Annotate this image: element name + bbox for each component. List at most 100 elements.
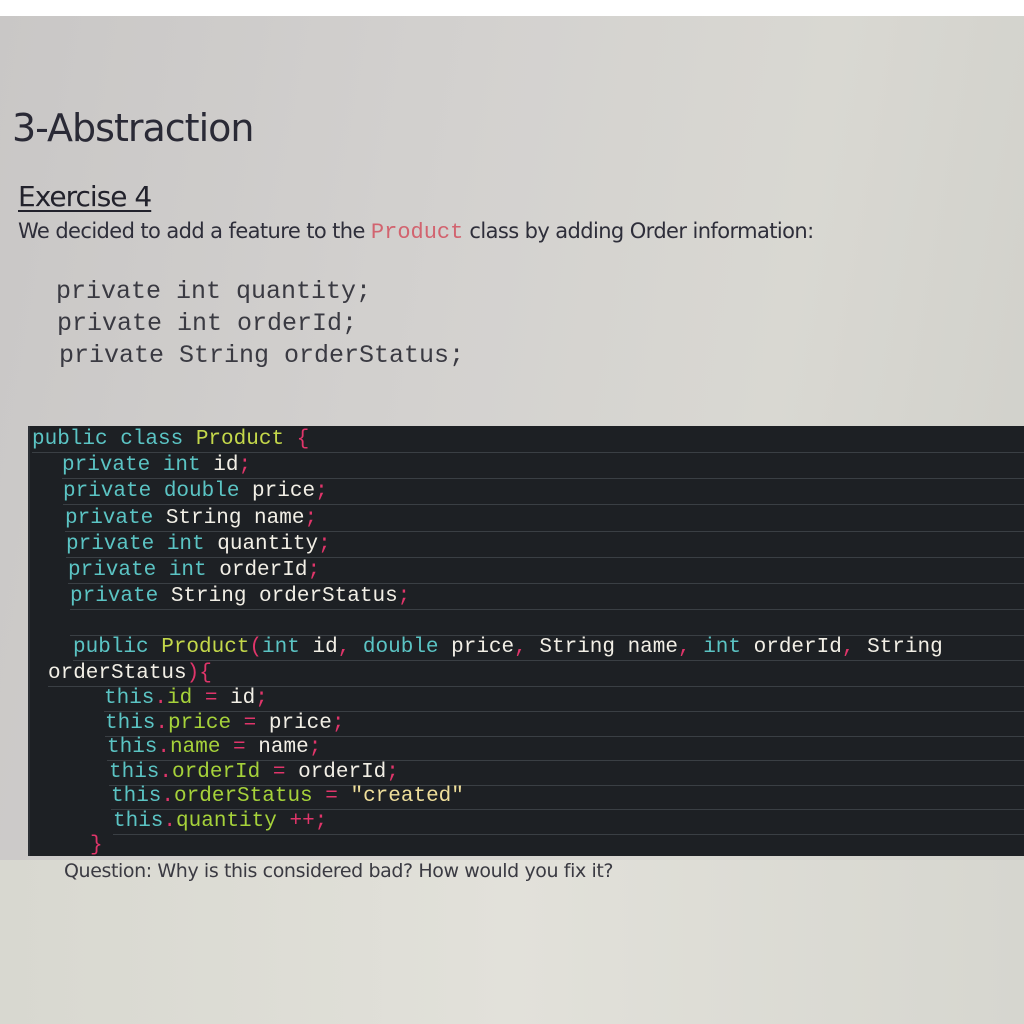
modifier: private bbox=[63, 480, 164, 503]
dot: . bbox=[155, 712, 169, 735]
param-type: int bbox=[262, 636, 313, 659]
comma: , bbox=[841, 636, 868, 659]
this-keyword: this bbox=[111, 785, 162, 808]
constructor-name: Product bbox=[161, 636, 250, 659]
dot: . bbox=[159, 761, 173, 784]
operator: = bbox=[192, 687, 231, 710]
field-name: orderId bbox=[219, 559, 308, 582]
type: int bbox=[166, 533, 218, 556]
code-line-field: private String name; bbox=[65, 507, 1024, 532]
code-line-constructor-wrap: orderStatus){ bbox=[48, 662, 1024, 687]
code-line-assignment: this.id = id; bbox=[104, 687, 1024, 712]
comma: , bbox=[514, 636, 540, 659]
operator: = bbox=[312, 785, 351, 808]
semicolon: ; bbox=[307, 559, 321, 582]
param-type: int bbox=[703, 636, 754, 659]
field-line: private String orderStatus; bbox=[59, 341, 465, 370]
semicolon: ; bbox=[318, 533, 331, 556]
code-line-assignment: this.name = name; bbox=[107, 736, 1024, 761]
string-literal: "created" bbox=[350, 785, 464, 808]
semicolon: ; bbox=[238, 454, 252, 477]
field-name: orderStatus bbox=[259, 585, 398, 608]
param-type: double bbox=[362, 636, 452, 659]
keyword: public bbox=[73, 636, 162, 659]
param-name: orderId bbox=[753, 636, 842, 659]
field-ref: orderId bbox=[172, 761, 261, 784]
brace: { bbox=[199, 662, 212, 685]
semicolon: ; bbox=[304, 507, 318, 530]
semicolon: ; bbox=[331, 712, 345, 735]
this-keyword: this bbox=[104, 687, 155, 710]
type: String bbox=[165, 507, 255, 530]
field-ref: name bbox=[170, 736, 221, 759]
dot: . bbox=[163, 810, 177, 833]
param-type: String bbox=[867, 636, 943, 659]
semicolon: ; bbox=[397, 585, 411, 608]
field-name: name bbox=[254, 507, 305, 530]
new-fields-snippet: private int quantity; private int orderI… bbox=[56, 276, 464, 372]
exercise-title: Exercise 4 bbox=[18, 180, 152, 213]
field-ref: orderStatus bbox=[174, 785, 313, 808]
code-line-increment: this.quantity ++; bbox=[113, 810, 1024, 835]
semicolon: ; bbox=[386, 761, 399, 784]
field-line: private int quantity; bbox=[56, 277, 372, 306]
comma: , bbox=[677, 636, 704, 659]
modifier: private bbox=[70, 585, 171, 608]
field-line: private int orderId; bbox=[57, 309, 358, 338]
field-name: price bbox=[252, 480, 316, 503]
this-keyword: this bbox=[113, 810, 164, 833]
field-ref: id bbox=[167, 687, 193, 710]
field-ref: quantity bbox=[176, 810, 277, 833]
code-block: public class Product { private int id; p… bbox=[30, 426, 1024, 858]
modifier: private bbox=[62, 454, 163, 477]
value: price bbox=[268, 712, 332, 735]
dot: . bbox=[157, 736, 171, 759]
section-title: 3-Abstraction bbox=[12, 106, 254, 150]
this-keyword: this bbox=[105, 712, 156, 735]
semicolon: ; bbox=[308, 736, 322, 759]
keyword: public class bbox=[32, 428, 196, 451]
code-line-field: private String orderStatus; bbox=[70, 585, 1024, 610]
dot: . bbox=[161, 785, 175, 808]
value: orderId bbox=[298, 761, 387, 784]
code-line-class: public class Product { bbox=[32, 428, 1024, 453]
paren: ) bbox=[186, 662, 200, 685]
type: String bbox=[170, 585, 260, 608]
modifier: private bbox=[65, 507, 166, 530]
intro-paragraph: We decided to add a feature to the Produ… bbox=[18, 219, 814, 245]
modifier: private bbox=[66, 533, 167, 556]
param: String name bbox=[539, 636, 678, 659]
operator: = bbox=[220, 736, 259, 759]
field-ref: price bbox=[168, 712, 232, 735]
code-line-assignment: this.orderId = orderId; bbox=[109, 761, 1024, 786]
comma: , bbox=[337, 636, 363, 659]
closing-brace: } bbox=[90, 834, 103, 857]
param-name: id bbox=[312, 636, 338, 659]
value: name bbox=[258, 736, 309, 759]
param-name: orderStatus bbox=[48, 662, 187, 685]
inline-code-product: Product bbox=[370, 220, 464, 245]
code-line-field: private int orderId; bbox=[68, 559, 1024, 584]
type: int bbox=[162, 454, 214, 477]
param-name: price bbox=[451, 636, 515, 659]
operator: = bbox=[260, 761, 299, 784]
field-name: quantity bbox=[217, 533, 319, 556]
class-name: Product bbox=[195, 428, 285, 451]
code-line-constructor: public Product(int id, double price, Str… bbox=[73, 636, 1024, 661]
semicolon: ; bbox=[315, 480, 328, 503]
question-text: Question: Why is this considered bad? Ho… bbox=[64, 860, 614, 882]
intro-text-before: We decided to add a feature to the bbox=[18, 219, 371, 243]
type: double bbox=[163, 480, 253, 503]
operator: ++; bbox=[276, 810, 328, 833]
value: id bbox=[230, 687, 256, 710]
brace: { bbox=[284, 428, 310, 451]
operator: = bbox=[231, 712, 269, 735]
modifier: private bbox=[68, 559, 169, 582]
code-line-closing: } bbox=[90, 834, 1024, 858]
code-line-field: private int quantity; bbox=[66, 533, 1024, 558]
type: int bbox=[168, 559, 220, 582]
paren: ( bbox=[249, 636, 263, 659]
code-line-field: private int id; bbox=[62, 454, 1024, 479]
this-keyword: this bbox=[107, 736, 158, 759]
field-name: id bbox=[213, 454, 239, 477]
